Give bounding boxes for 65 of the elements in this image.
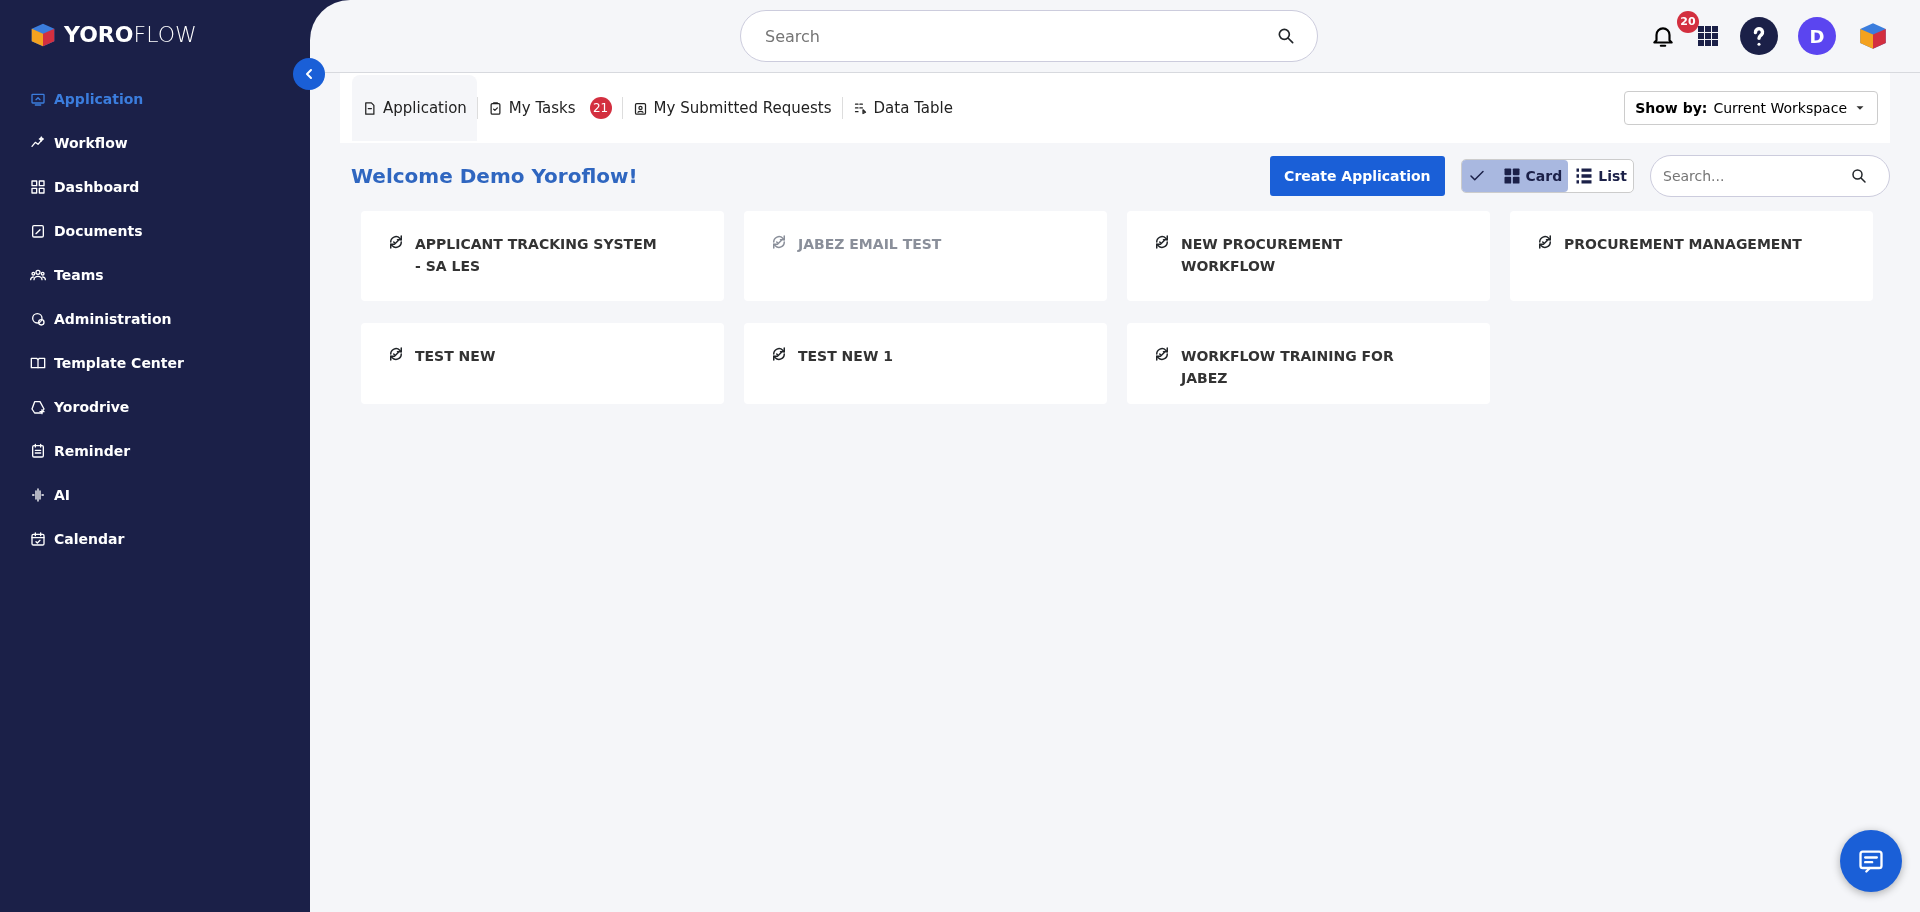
application-name: TEST NEW — [415, 347, 497, 366]
application-card[interactable]: TEST NEW 1 — [744, 323, 1107, 404]
list-icon — [1574, 166, 1595, 186]
notepad-icon — [30, 443, 46, 459]
sync-icon — [387, 345, 405, 363]
search-field[interactable]: Search — [740, 10, 1318, 62]
search-icon — [1850, 167, 1868, 185]
sidebar-item[interactable]: Teams — [28, 253, 310, 297]
sidebar-item[interactable]: Reminder — [28, 429, 310, 473]
help-button[interactable] — [1740, 17, 1778, 55]
sidebar-item[interactable]: Dashboard — [28, 165, 310, 209]
application-name: JABEZ EMAIL TEST — [798, 235, 943, 254]
application-card[interactable]: WORKFLOW TRAINING FOR JABEZ — [1127, 323, 1490, 404]
user-avatar[interactable]: D — [1798, 17, 1836, 55]
application-name: APPLICANT TRACKING SYSTEM - SA LES — [415, 235, 658, 277]
sync-icon — [770, 345, 788, 363]
monitor-icon — [30, 91, 46, 107]
grid-icon — [30, 179, 46, 195]
sidebar-item[interactable]: Application — [28, 77, 310, 121]
document-icon — [362, 100, 377, 116]
open-book-icon — [30, 355, 46, 371]
application-card[interactable]: PROCUREMENT MANAGEMENT — [1510, 211, 1873, 301]
sync-icon — [1536, 233, 1554, 251]
view-toggle[interactable]: List — [1568, 160, 1633, 192]
create-application-button[interactable]: Create Application — [1270, 156, 1445, 196]
clipboard-check-icon — [487, 100, 503, 116]
tab[interactable]: My Submitted Requests — [622, 90, 842, 126]
tab[interactable]: Data Table — [842, 90, 963, 126]
id-badge-icon — [632, 100, 648, 116]
search-field[interactable]: Search... — [1650, 155, 1890, 197]
application-name: NEW PROCUREMENT WORKFLOW — [1181, 235, 1344, 277]
sidebar-item[interactable]: AI — [28, 473, 310, 517]
show-by-dropdown[interactable]: Show by: Current Workspace — [1624, 91, 1878, 125]
sidebar-item[interactable]: Documents — [28, 209, 310, 253]
apps-button[interactable] — [1696, 24, 1720, 48]
count-badge: 21 — [589, 97, 612, 119]
sidebar-item[interactable]: Yorodrive — [28, 385, 310, 429]
sound-wave-icon — [30, 487, 46, 503]
view-toggle[interactable]: Card — [1461, 160, 1569, 192]
calendar-icon — [30, 531, 46, 547]
tab[interactable]: Application — [352, 74, 477, 142]
document-icon — [30, 223, 46, 239]
tab[interactable]: My Tasks 21 — [477, 90, 622, 126]
application-name: WORKFLOW TRAINING FOR JABEZ — [1181, 347, 1395, 389]
application-card[interactable]: NEW PROCUREMENT WORKFLOW — [1127, 211, 1490, 301]
sidebar-item[interactable]: Calendar — [28, 517, 310, 561]
sync-icon — [387, 233, 405, 251]
welcome-heading: Welcome Demo Yoroflow! — [351, 163, 638, 190]
people-icon — [30, 267, 46, 283]
sync-icon — [1153, 233, 1171, 251]
sync-icon — [770, 233, 788, 251]
sidebar-item[interactable]: Workflow — [28, 121, 310, 165]
sync-icon — [1153, 345, 1171, 363]
application-name: TEST NEW 1 — [798, 347, 894, 366]
search-icon — [1276, 26, 1296, 46]
sidebar-item[interactable]: Template Center — [28, 341, 310, 385]
application-card[interactable]: APPLICANT TRACKING SYSTEM - SA LES — [361, 211, 724, 301]
application-card[interactable]: TEST NEW — [361, 323, 724, 404]
application-name: PROCUREMENT MANAGEMENT — [1564, 235, 1803, 254]
chat-button[interactable] — [1840, 830, 1902, 892]
table-icon — [852, 100, 868, 116]
collapse-button[interactable] — [293, 58, 325, 90]
sidebar-item[interactable]: Administration — [28, 297, 310, 341]
notification-count: 20 — [1677, 11, 1699, 33]
brand-name: YOROFLOW — [64, 21, 197, 49]
